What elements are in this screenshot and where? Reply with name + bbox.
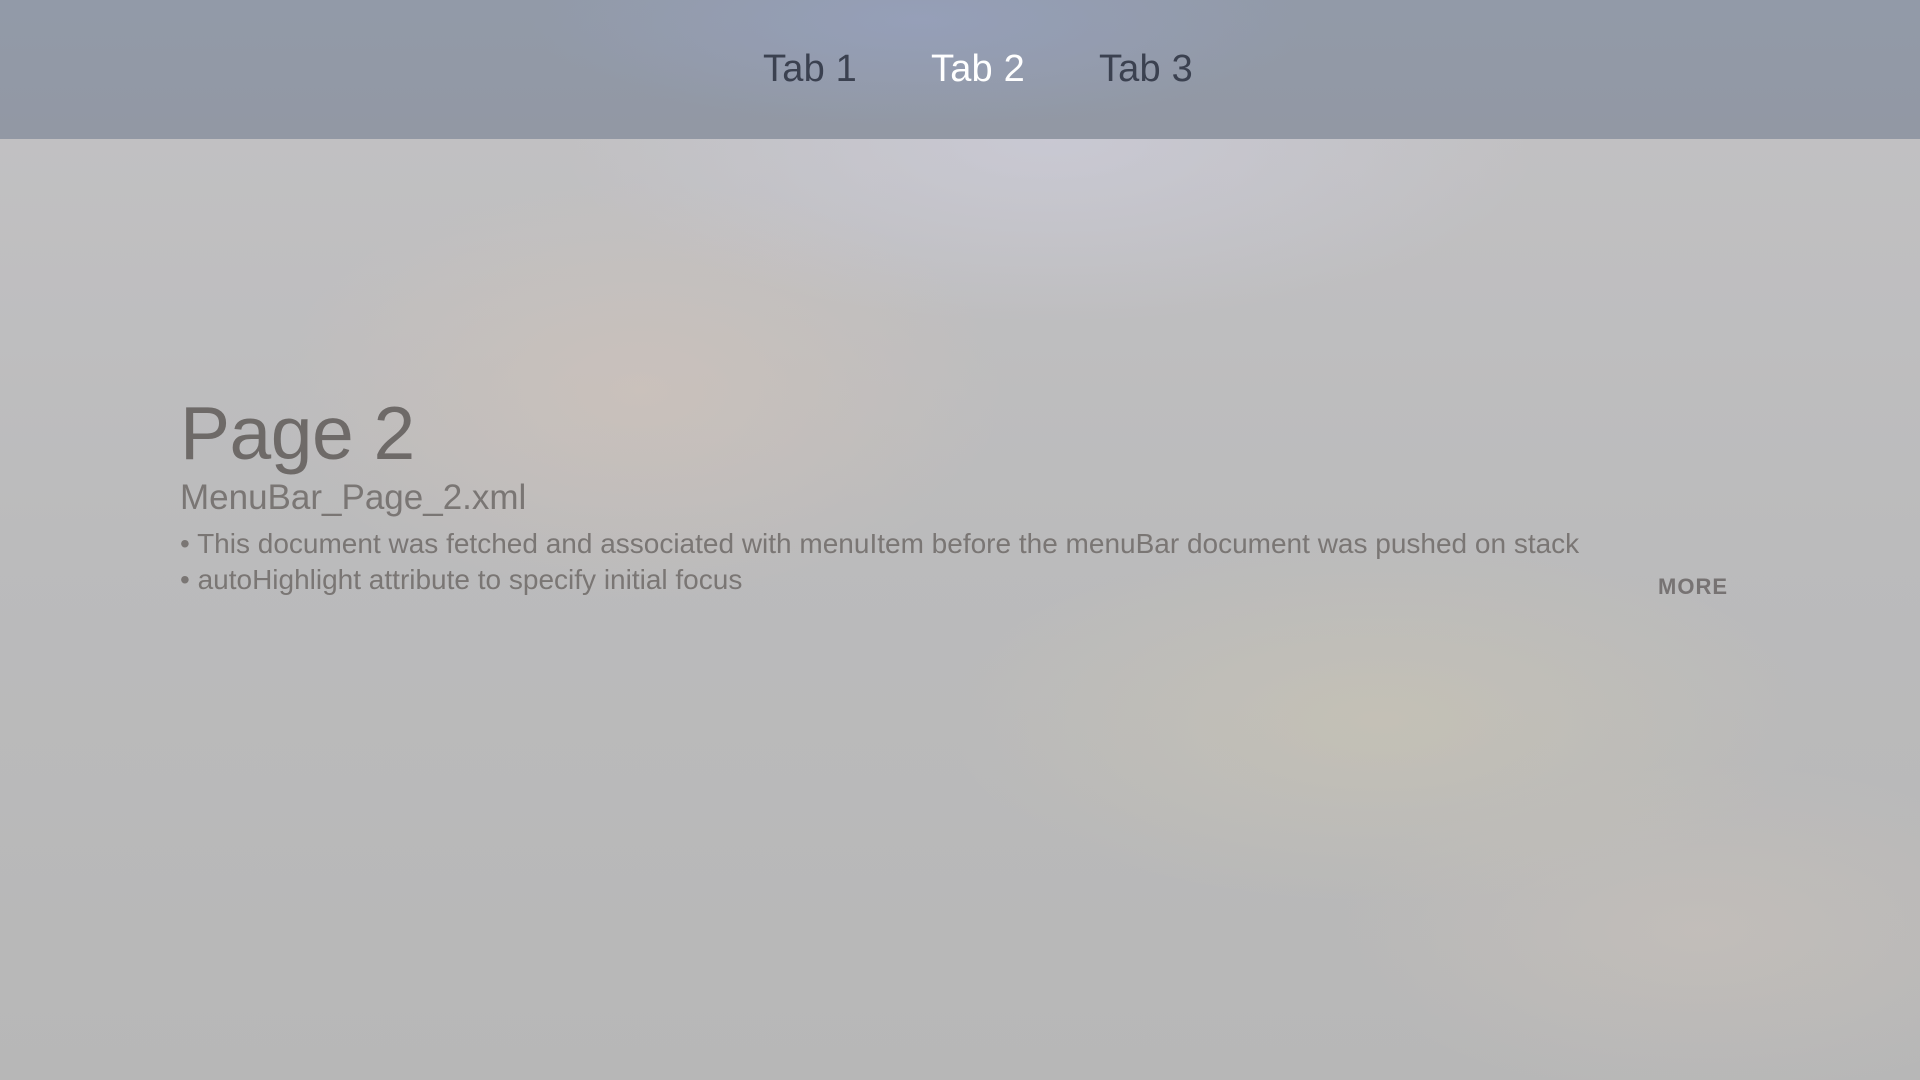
tab-1[interactable]: Tab 1	[763, 48, 857, 91]
page-content: Page 2 MenuBar_Page_2.xml • This documen…	[180, 390, 1730, 600]
page-subtitle: MenuBar_Page_2.xml	[180, 478, 527, 517]
page-description: • This document was fetched and associat…	[180, 526, 1730, 600]
tab-3[interactable]: Tab 3	[1099, 48, 1193, 91]
menu-bar: Tab 1 Tab 2 Tab 3	[0, 0, 1920, 139]
page-title: Page 2	[180, 391, 415, 475]
description-line: • autoHighlight attribute to specify ini…	[180, 564, 743, 595]
more-button[interactable]: MORE	[1658, 574, 1728, 600]
tab-2[interactable]: Tab 2	[931, 48, 1025, 91]
menu-tabs: Tab 1 Tab 2 Tab 3	[763, 48, 1193, 91]
description-line: • This document was fetched and associat…	[180, 528, 1580, 559]
